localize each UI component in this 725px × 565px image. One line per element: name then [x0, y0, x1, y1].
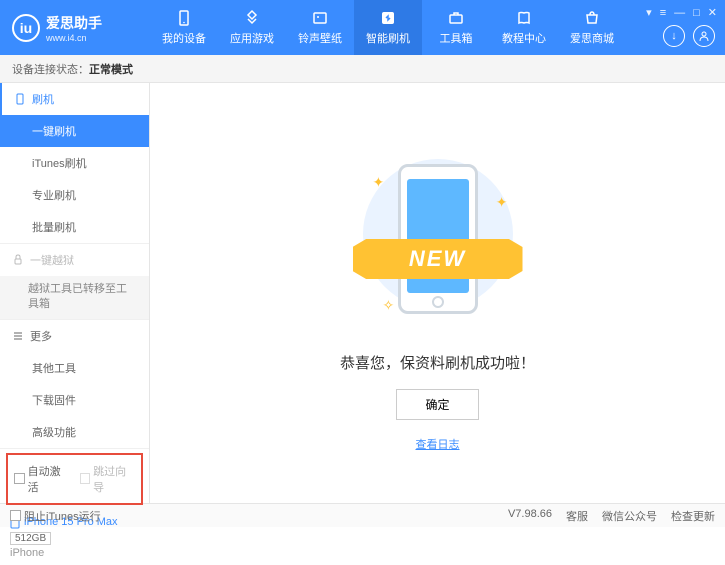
block-itunes-checkbox[interactable]: 阻止iTunes运行 — [10, 508, 101, 524]
ok-button[interactable]: 确定 — [396, 389, 478, 420]
maximize-icon[interactable]: □ — [693, 7, 700, 19]
device-storage: 512GB — [10, 532, 51, 545]
book-icon — [515, 9, 533, 27]
toolbox-icon — [447, 9, 465, 27]
store-icon — [583, 9, 601, 27]
lock-icon — [12, 254, 24, 266]
app-title: 爱思助手 — [46, 13, 102, 33]
minimize-icon[interactable]: — — [674, 7, 685, 19]
sidebar: 刷机 一键刷机 iTunes刷机 专业刷机 批量刷机 一键越狱 越狱工具已转移至… — [0, 83, 150, 503]
phone-icon — [14, 93, 26, 105]
version-label: V7.98.66 — [508, 508, 552, 524]
skip-guide-checkbox[interactable]: 跳过向导 — [80, 463, 136, 495]
menu-icon[interactable]: ▾ — [646, 6, 652, 19]
nav-flash[interactable]: 智能刷机 — [354, 0, 422, 55]
sidebar-itunes-flash[interactable]: iTunes刷机 — [0, 147, 149, 179]
device-icon — [175, 9, 193, 27]
menu-lines-icon — [12, 330, 24, 342]
image-icon — [311, 9, 329, 27]
nav-my-device[interactable]: 我的设备 — [150, 0, 218, 55]
footer-support[interactable]: 客服 — [566, 508, 588, 524]
top-nav: 我的设备 应用游戏 铃声壁纸 智能刷机 工具箱 教程中心 爱思商城 — [150, 0, 626, 55]
sidebar-other-tools[interactable]: 其他工具 — [0, 352, 149, 384]
nav-apps[interactable]: 应用游戏 — [218, 0, 286, 55]
sidebar-more-header[interactable]: 更多 — [0, 320, 149, 352]
checkbox-highlight-area: 自动激活 跳过向导 — [6, 453, 143, 505]
sidebar-jailbreak-note: 越狱工具已转移至工具箱 — [0, 276, 149, 319]
nav-store[interactable]: 爱思商城 — [558, 0, 626, 55]
status-bar: 设备连接状态： 正常模式 — [0, 55, 725, 83]
app-url: www.i4.cn — [46, 33, 102, 43]
auto-activate-checkbox[interactable]: 自动激活 — [14, 463, 70, 495]
app-header: iu 爱思助手 www.i4.cn 我的设备 应用游戏 铃声壁纸 智能刷机 工具… — [0, 0, 725, 55]
nav-ringtone[interactable]: 铃声壁纸 — [286, 0, 354, 55]
window-controls: ▾ ≡ — □ ✕ — [646, 6, 717, 19]
close-icon[interactable]: ✕ — [708, 6, 717, 19]
sidebar-oneclick-flash[interactable]: 一键刷机 — [0, 115, 149, 147]
sidebar-batch-flash[interactable]: 批量刷机 — [0, 211, 149, 243]
nav-toolbox[interactable]: 工具箱 — [422, 0, 490, 55]
footer-wechat[interactable]: 微信公众号 — [602, 508, 657, 524]
sidebar-advanced[interactable]: 高级功能 — [0, 416, 149, 448]
list-icon[interactable]: ≡ — [660, 7, 666, 19]
sidebar-jailbreak-header: 一键越狱 — [0, 244, 149, 276]
logo-icon: iu — [12, 14, 40, 42]
status-label: 设备连接状态： — [12, 61, 89, 77]
view-log-link[interactable]: 查看日志 — [416, 436, 460, 452]
logo-area: iu 爱思助手 www.i4.cn — [0, 13, 150, 43]
apps-icon — [243, 9, 261, 27]
footer-update[interactable]: 检查更新 — [671, 508, 715, 524]
device-type: iPhone — [10, 547, 139, 559]
sidebar-flash-header[interactable]: 刷机 — [0, 83, 149, 115]
new-badge: NEW — [353, 239, 523, 279]
user-button[interactable] — [693, 25, 715, 47]
sidebar-pro-flash[interactable]: 专业刷机 — [0, 179, 149, 211]
download-button[interactable]: ↓ — [663, 25, 685, 47]
sidebar-download-firmware[interactable]: 下载固件 — [0, 384, 149, 416]
nav-tutorial[interactable]: 教程中心 — [490, 0, 558, 55]
flash-icon — [379, 9, 397, 27]
main-content: ✦ ✦ ✧ NEW 恭喜您，保资料刷机成功啦！ 确定 查看日志 — [150, 83, 725, 503]
success-illustration: ✦ ✦ ✧ NEW — [358, 154, 518, 334]
status-value: 正常模式 — [89, 61, 133, 77]
success-message: 恭喜您，保资料刷机成功啦！ — [340, 352, 535, 373]
